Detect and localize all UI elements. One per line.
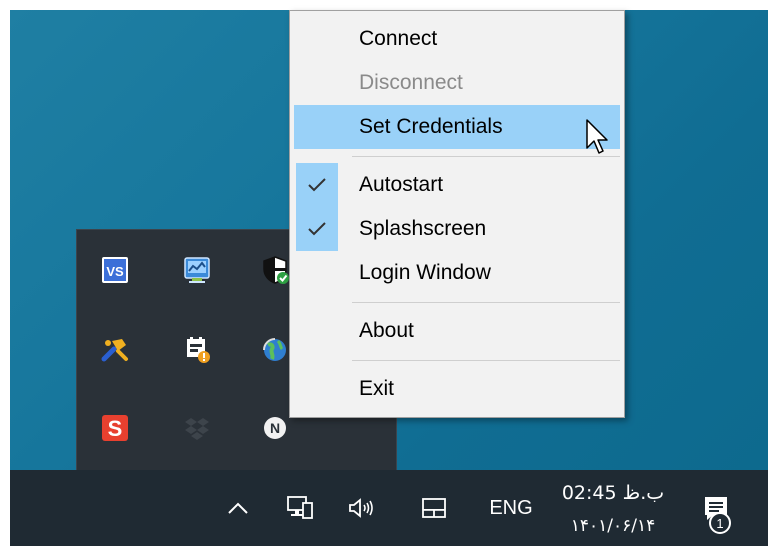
menu-item-set-credentials[interactable]: Set Credentials — [294, 105, 620, 149]
menu-item-login-window[interactable]: Login Window — [294, 251, 620, 295]
menu-item-label: Disconnect — [359, 71, 463, 94]
volume-icon[interactable] — [340, 470, 384, 546]
globe-sync-icon[interactable] — [257, 332, 293, 368]
menu-item-exit[interactable]: Exit — [294, 367, 620, 411]
input-language-indicator[interactable]: ENG — [484, 470, 538, 546]
network-monitor-icon[interactable] — [179, 252, 215, 288]
menu-item-about[interactable]: About — [294, 309, 620, 353]
menu-item-label: Exit — [359, 377, 395, 400]
menu-item-connect[interactable]: Connect — [294, 17, 620, 61]
action-center-icon[interactable] — [694, 470, 738, 546]
checkmark-icon — [296, 163, 338, 207]
menu-item-label: Connect — [359, 27, 438, 50]
menu-item-label: Login Window — [359, 261, 491, 284]
app-warning-icon[interactable] — [179, 332, 215, 368]
s-app-icon[interactable]: S — [97, 410, 133, 446]
s-app-icon-text: S — [108, 416, 123, 441]
network-icon[interactable] — [278, 470, 322, 546]
menu-item-label: Autostart — [359, 173, 444, 196]
hammer-tool-icon[interactable] — [97, 332, 133, 368]
vs-app-icon[interactable]: VS — [97, 252, 133, 288]
menu-item-label: Set Credentials — [359, 115, 503, 138]
clock-time: 02:45 ب.ظ — [561, 482, 665, 504]
menu-item-autostart[interactable]: Autostart — [294, 163, 620, 207]
n-circle-icon-text: N — [270, 420, 280, 436]
menu-separator — [352, 156, 620, 157]
menu-item-disconnect: Disconnect — [294, 61, 620, 105]
taskbar: ENG 02:45 ب.ظ ۱۴۰۱/۰۶/۱۴ — [10, 470, 768, 546]
tablet-mode-icon[interactable] — [412, 470, 456, 546]
vs-app-icon-text: VS — [106, 264, 124, 279]
show-hidden-icons-button[interactable] — [218, 470, 258, 546]
clock-date: ۱۴۰۱/۰۶/۱۴ — [570, 516, 656, 536]
checkmark-icon — [296, 207, 338, 251]
dropbox-icon[interactable] — [179, 410, 215, 446]
menu-separator — [352, 360, 620, 361]
n-circle-icon[interactable]: N — [257, 410, 293, 446]
menu-item-label: About — [359, 319, 414, 342]
taskbar-clock[interactable]: 02:45 ب.ظ ۱۴۰۱/۰۶/۱۴ — [553, 470, 683, 546]
menu-item-label: Splashscreen — [359, 217, 487, 240]
notification-count-badge: 1 — [709, 512, 731, 534]
tray-context-menu: Connect Disconnect Set Credentials Autos… — [289, 10, 625, 418]
menu-separator — [352, 302, 620, 303]
shield-security-icon[interactable] — [257, 252, 293, 288]
menu-item-splashscreen[interactable]: Splashscreen — [294, 207, 620, 251]
mouse-pointer-icon — [585, 118, 611, 158]
